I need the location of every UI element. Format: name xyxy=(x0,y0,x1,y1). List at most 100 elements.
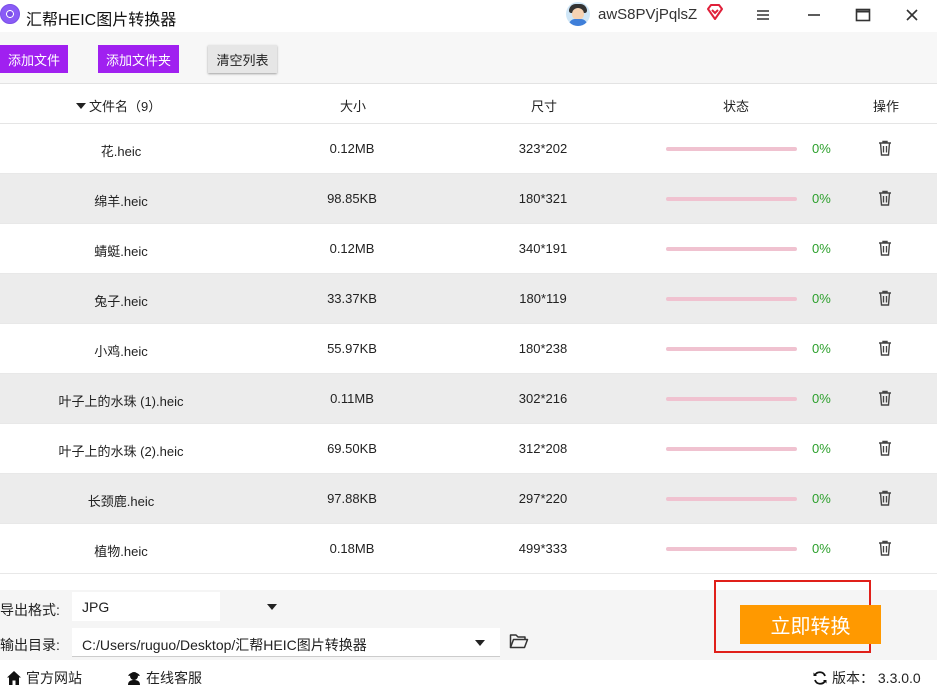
file-name: 叶子上的水珠 (2).heic xyxy=(58,444,184,459)
file-name: 绵羊.heic xyxy=(94,194,148,209)
progress-bar xyxy=(666,247,797,251)
file-name: 长颈鹿.heic xyxy=(87,494,155,509)
footer: 官方网站 在线客服 版本： 3.3.0.0 xyxy=(0,660,937,695)
file-name: 兔子.heic xyxy=(94,294,148,309)
table-row[interactable]: 兔子.heic 33.37KB 180*119 0% xyxy=(0,274,937,324)
output-dir-label: 输出目录: xyxy=(0,637,60,653)
progress-bar xyxy=(666,447,797,451)
chevron-down-icon[interactable] xyxy=(267,604,277,610)
table-row[interactable]: 叶子上的水珠 (2).heic 69.50KB 312*208 0% xyxy=(0,424,937,474)
table-row[interactable]: 小鸡.heic 55.97KB 180*238 0% xyxy=(0,324,937,374)
status-percent: 0% xyxy=(812,391,831,406)
column-header-status: 状态 xyxy=(723,99,750,114)
file-name: 叶子上的水珠 (1).heic xyxy=(58,394,184,409)
refresh-icon[interactable] xyxy=(812,670,828,686)
export-format-label: 导出格式: xyxy=(0,602,60,618)
file-dimensions: 323*202 xyxy=(518,141,568,156)
file-name: 小鸡.heic xyxy=(94,344,148,359)
table-header: 文件名（9） 大小 尺寸 状态 操作 xyxy=(0,85,937,124)
progress-bar xyxy=(666,497,797,501)
file-list: 花.heic 0.12MB 323*202 0% 绵羊.heic 98.85KB… xyxy=(0,124,937,574)
trash-icon[interactable] xyxy=(878,140,892,156)
file-size: 55.97KB xyxy=(327,341,377,356)
menu-icon[interactable] xyxy=(751,4,775,26)
status-percent: 0% xyxy=(812,441,831,456)
file-size: 33.37KB xyxy=(327,291,377,306)
convert-now-button[interactable]: 立即转换 xyxy=(740,605,881,644)
app-title: 汇帮HEIC图片转换器 xyxy=(26,12,177,29)
trash-icon[interactable] xyxy=(878,340,892,356)
file-dimensions: 302*216 xyxy=(518,391,568,406)
file-dimensions: 180*238 xyxy=(518,341,568,356)
file-size: 69.50KB xyxy=(327,441,377,456)
file-name: 蜻蜓.heic xyxy=(94,244,148,259)
status-percent: 0% xyxy=(812,291,831,306)
add-folder-button[interactable]: 添加文件夹 xyxy=(98,45,179,73)
output-dir-value: C:/Users/ruguo/Desktop/汇帮HEIC图片转换器 xyxy=(82,637,367,653)
file-name: 花.heic xyxy=(100,144,142,159)
output-dir-select[interactable]: C:/Users/ruguo/Desktop/汇帮HEIC图片转换器 xyxy=(72,628,500,657)
folder-open-icon[interactable] xyxy=(509,633,529,649)
progress-bar xyxy=(666,547,797,551)
table-row[interactable]: 长颈鹿.heic 97.88KB 297*220 0% xyxy=(0,474,937,524)
maximize-icon[interactable] xyxy=(851,4,875,26)
minimize-icon[interactable] xyxy=(802,4,826,26)
status-percent: 0% xyxy=(812,341,831,356)
chevron-down-icon[interactable] xyxy=(475,640,485,646)
file-size: 97.88KB xyxy=(327,491,377,506)
column-header-actions: 操作 xyxy=(873,99,900,114)
export-format-select[interactable]: JPG xyxy=(72,592,277,621)
file-dimensions: 340*191 xyxy=(518,241,568,256)
add-file-button[interactable]: 添加文件 xyxy=(0,45,68,73)
trash-icon[interactable] xyxy=(878,490,892,506)
online-service-label: 在线客服 xyxy=(146,670,202,686)
sort-down-icon[interactable] xyxy=(76,102,86,109)
trash-icon[interactable] xyxy=(878,190,892,206)
progress-bar xyxy=(666,197,797,201)
table-row[interactable]: 蜻蜓.heic 0.12MB 340*191 0% xyxy=(0,224,937,274)
trash-icon[interactable] xyxy=(878,240,892,256)
file-size: 0.11MB xyxy=(330,391,374,406)
progress-bar xyxy=(666,297,797,301)
file-dimensions: 297*220 xyxy=(518,491,568,506)
user-avatar[interactable] xyxy=(566,2,590,26)
column-header-size: 大小 xyxy=(340,99,367,114)
toolbar: 添加文件 添加文件夹 清空列表 xyxy=(0,32,937,84)
online-service-link[interactable]: 在线客服 xyxy=(126,668,202,688)
trash-icon[interactable] xyxy=(878,290,892,306)
trash-icon[interactable] xyxy=(878,440,892,456)
official-website-link[interactable]: 官方网站 xyxy=(6,668,82,688)
close-icon[interactable] xyxy=(900,4,924,26)
table-row[interactable]: 叶子上的水珠 (1).heic 0.11MB 302*216 0% xyxy=(0,374,937,424)
trash-icon[interactable] xyxy=(878,390,892,406)
status-percent: 0% xyxy=(812,241,831,256)
status-percent: 0% xyxy=(812,191,831,206)
customer-service-icon xyxy=(128,672,140,685)
column-header-name[interactable]: 文件名（9） xyxy=(76,96,161,115)
file-dimensions: 180*119 xyxy=(519,291,567,306)
column-header-name-label: 文件名（9） xyxy=(89,99,162,114)
file-dimensions: 499*333 xyxy=(518,541,568,556)
column-header-dimensions: 尺寸 xyxy=(531,99,558,114)
table-row[interactable]: 植物.heic 0.18MB 499*333 0% xyxy=(0,524,937,574)
progress-bar xyxy=(666,397,797,401)
file-size: 0.12MB xyxy=(329,241,375,256)
title-bar: 汇帮HEIC图片转换器 awS8PVjPqlsZ xyxy=(0,0,937,32)
vip-diamond-icon[interactable] xyxy=(706,3,724,21)
status-percent: 0% xyxy=(812,541,831,556)
clear-list-button[interactable]: 清空列表 xyxy=(208,45,277,73)
status-percent: 0% xyxy=(812,491,831,506)
file-dimensions: 312*208 xyxy=(518,441,568,456)
user-name[interactable]: awS8PVjPqlsZ xyxy=(598,6,697,23)
table-row[interactable]: 绵羊.heic 98.85KB 180*321 0% xyxy=(0,174,937,224)
status-percent: 0% xyxy=(812,141,831,156)
file-size: 0.12MB xyxy=(329,141,375,156)
home-icon xyxy=(7,671,21,685)
file-size: 0.18MB xyxy=(329,541,375,556)
progress-bar xyxy=(666,347,797,351)
table-row[interactable]: 花.heic 0.12MB 323*202 0% xyxy=(0,124,937,174)
version-info[interactable]: 版本： 3.3.0.0 xyxy=(812,668,921,688)
export-format-value: JPG xyxy=(82,599,110,615)
trash-icon[interactable] xyxy=(878,540,892,556)
progress-bar xyxy=(666,147,797,151)
